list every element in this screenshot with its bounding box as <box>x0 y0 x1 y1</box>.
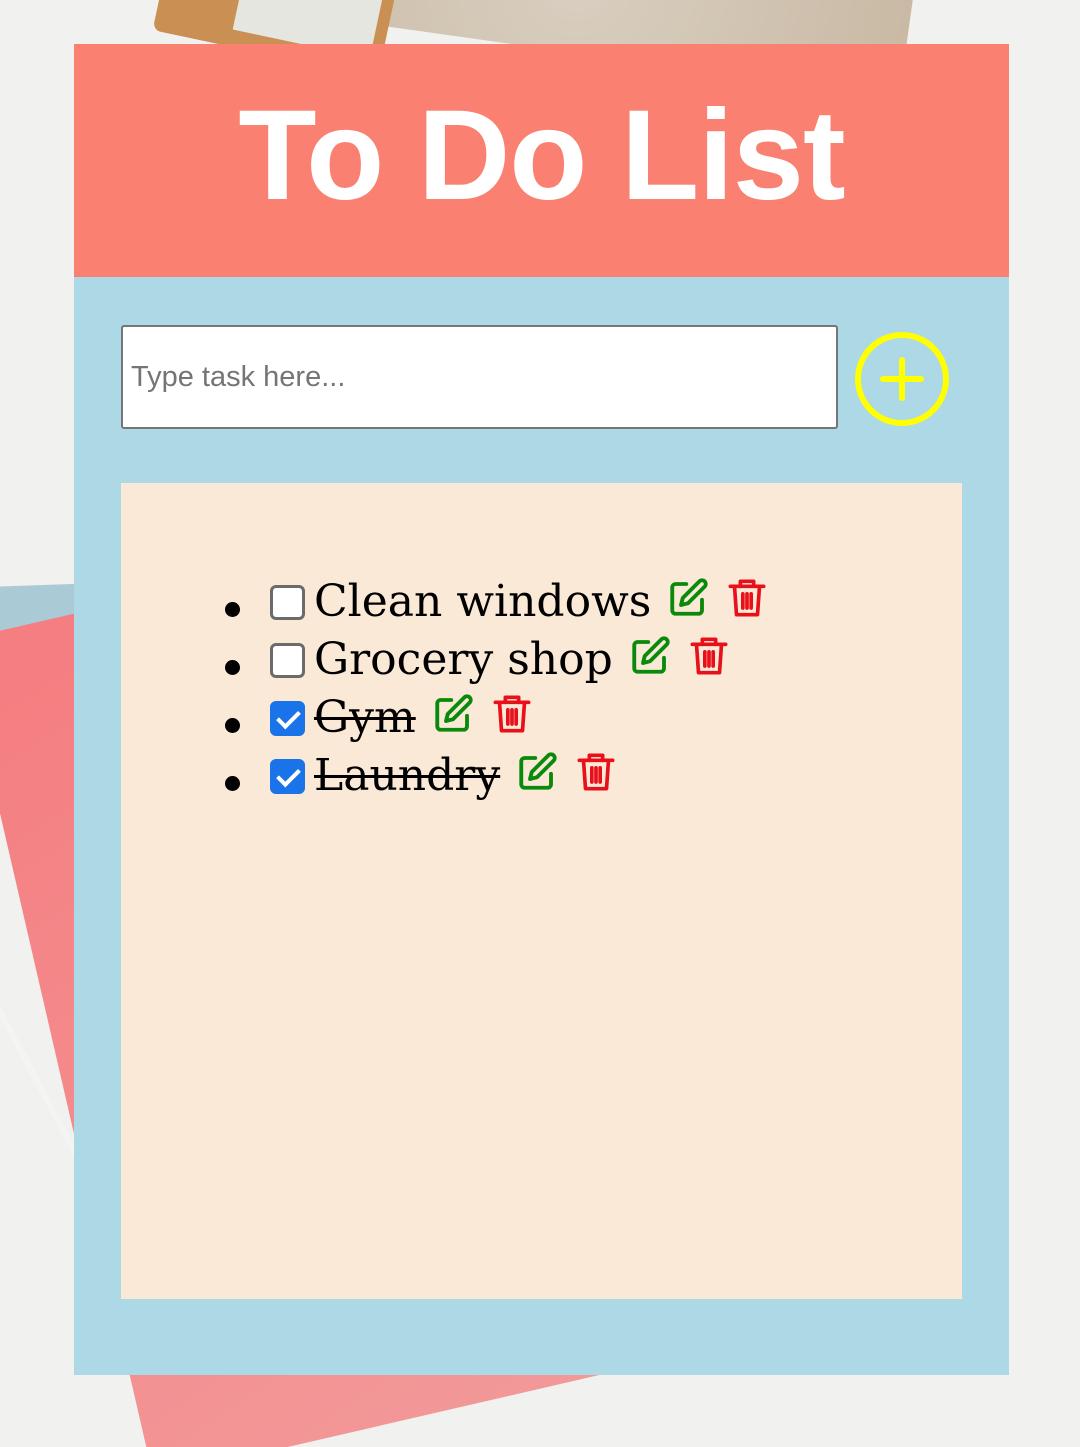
task-item: Laundry <box>225 747 767 805</box>
task-label: Laundry <box>314 750 501 801</box>
task-item: Gym <box>225 689 767 747</box>
task-label: Grocery shop <box>314 634 613 685</box>
task-checkbox[interactable] <box>270 584 305 620</box>
trash-icon[interactable] <box>492 692 532 736</box>
page-title: To Do List <box>238 83 845 227</box>
bullet <box>225 717 240 733</box>
bullet <box>225 659 240 675</box>
todo-app: To Do List Clean windows Grocery shop Gy… <box>74 44 1009 1375</box>
bullet <box>225 775 240 791</box>
trash-icon[interactable] <box>576 750 616 794</box>
task-item: Clean windows <box>225 573 767 631</box>
task-input[interactable] <box>121 325 838 429</box>
trash-icon[interactable] <box>727 576 767 620</box>
task-checkbox[interactable] <box>270 700 305 736</box>
edit-icon[interactable] <box>629 635 671 677</box>
task-item: Grocery shop <box>225 631 767 689</box>
task-checkbox[interactable] <box>270 758 305 794</box>
add-task-button[interactable] <box>855 332 949 426</box>
header: To Do List <box>74 44 1009 277</box>
task-checkbox[interactable] <box>270 642 305 678</box>
plus-icon <box>880 357 924 401</box>
edit-icon[interactable] <box>667 577 709 619</box>
trash-icon[interactable] <box>689 634 729 678</box>
edit-icon[interactable] <box>432 693 474 735</box>
bullet <box>225 601 240 617</box>
task-list: Clean windows Grocery shop Gym Laundry <box>225 573 767 805</box>
task-label: Clean windows <box>314 576 652 627</box>
task-list-panel: Clean windows Grocery shop Gym Laundry <box>121 483 962 1299</box>
task-label: Gym <box>314 692 416 743</box>
edit-icon[interactable] <box>516 751 558 793</box>
